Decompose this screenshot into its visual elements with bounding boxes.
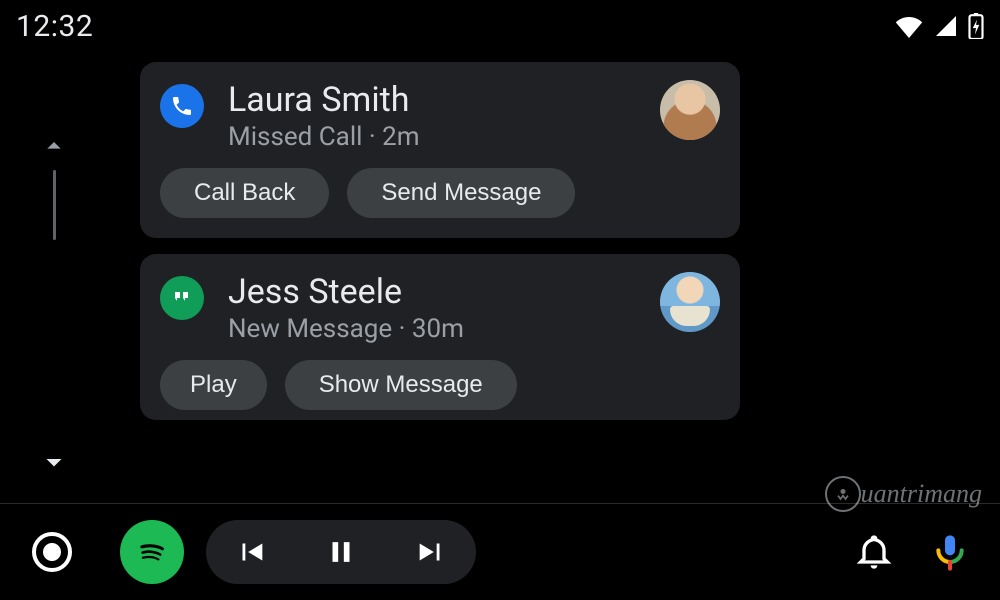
next-button[interactable] [414,535,448,569]
notification-title: Jess Steele [228,272,660,312]
status-bar: 12:32 [0,0,1000,52]
battery-icon [968,13,984,39]
scroll-up-icon[interactable] [38,130,70,162]
hangouts-icon [160,276,204,320]
notification-title: Laura Smith [228,80,660,120]
notification-card[interactable]: Laura Smith Missed Call · 2m Call Back S… [140,62,740,238]
avatar [660,272,720,332]
notification-list: Laura Smith Missed Call · 2m Call Back S… [140,62,740,420]
scroll-down-icon[interactable] [36,444,72,480]
assistant-mic-icon[interactable] [930,532,970,572]
clock: 12:32 [16,9,93,44]
notification-subtitle: New Message · 30m [228,314,660,344]
notification-subtitle: Missed Call · 2m [228,122,660,152]
status-icons [894,13,984,39]
send-message-button[interactable]: Send Message [347,168,575,218]
spotify-icon[interactable] [120,520,184,584]
media-controls [206,520,476,584]
avatar [660,80,720,140]
show-message-button[interactable]: Show Message [285,360,517,410]
bottom-nav [0,504,1000,600]
previous-button[interactable] [234,535,268,569]
scroll-indicator [34,130,74,480]
pause-button[interactable] [324,535,358,569]
launcher-button[interactable] [20,520,84,584]
cellular-icon [934,14,958,38]
wifi-icon [894,14,924,38]
notifications-icon[interactable] [854,532,894,572]
phone-icon [160,84,204,128]
scroll-track [53,170,56,240]
play-button[interactable]: Play [160,360,267,410]
notification-card[interactable]: Jess Steele New Message · 30m Play Show … [140,254,740,420]
call-back-button[interactable]: Call Back [160,168,329,218]
